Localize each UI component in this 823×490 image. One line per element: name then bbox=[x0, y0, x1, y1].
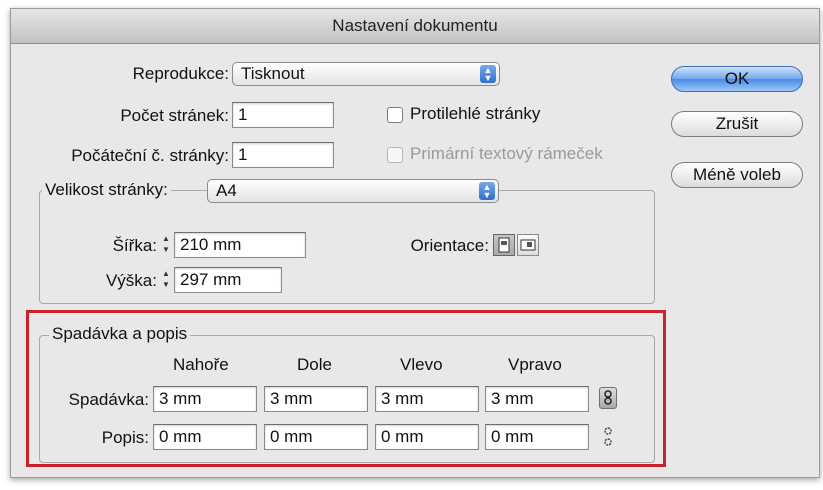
select-arrows-icon: ▲ ▼ bbox=[479, 182, 495, 200]
dialog-title: Nastavení dokumentu bbox=[11, 9, 819, 44]
cancel-button[interactable]: Zrušit bbox=[671, 111, 803, 137]
landscape-orientation-icon[interactable] bbox=[517, 234, 539, 256]
page-count-input[interactable]: 1 bbox=[232, 102, 334, 128]
height-input[interactable]: 297 mm bbox=[174, 267, 282, 293]
bleed-slug-highlight-frame bbox=[26, 310, 666, 467]
reprodukce-value: Tisknout bbox=[241, 64, 305, 83]
width-stepper-icon[interactable]: ▲ ▼ bbox=[159, 233, 173, 257]
facing-pages-checkbox[interactable] bbox=[387, 107, 403, 123]
ok-button[interactable]: OK bbox=[671, 66, 803, 92]
facing-pages-label: Protilehlé stránky bbox=[410, 104, 541, 123]
width-label: Šířka: bbox=[112, 236, 157, 255]
primary-text-frame-label: Primární textový rámeček bbox=[410, 144, 603, 163]
portrait-orientation-icon[interactable] bbox=[493, 234, 515, 256]
reprodukce-label: Reprodukce: bbox=[132, 64, 229, 83]
page-size-label: Velikost stránky: bbox=[42, 180, 171, 200]
page-size-select[interactable]: A4 ▲ ▼ bbox=[207, 179, 499, 203]
start-page-input[interactable]: 1 bbox=[232, 142, 334, 168]
reprodukce-select[interactable]: Tisknout ▲ ▼ bbox=[232, 62, 500, 86]
width-input[interactable]: 210 mm bbox=[174, 232, 306, 258]
height-label: Výška: bbox=[105, 271, 157, 290]
page-size-value: A4 bbox=[216, 181, 237, 200]
start-page-label: Počáteční č. stránky: bbox=[71, 146, 229, 165]
select-arrows-icon: ▲ ▼ bbox=[480, 65, 496, 83]
primary-text-frame-checkbox[interactable] bbox=[387, 147, 403, 163]
orientation-label: Orientace: bbox=[410, 236, 489, 255]
height-stepper-icon[interactable]: ▲ ▼ bbox=[159, 268, 173, 292]
fewer-options-button[interactable]: Méně voleb bbox=[671, 162, 803, 188]
page-count-label: Počet stránek: bbox=[120, 106, 229, 125]
